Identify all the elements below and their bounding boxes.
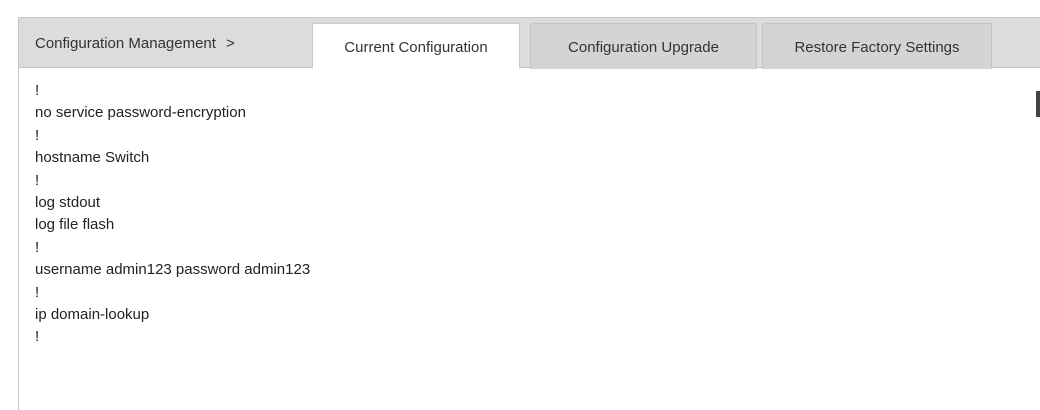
breadcrumb: Configuration Management > [35,18,235,68]
config-line: log stdout [35,193,101,211]
tab-restore-factory-settings[interactable]: Restore Factory Settings [762,23,992,69]
config-line: ! [35,283,40,301]
config-line: ! [35,238,40,256]
tab-bar: Configuration Management > Current Config… [19,18,1040,69]
config-line: no service password-encryption [35,104,246,122]
current-configuration-text[interactable]: ! no service password-encryption ! hostn… [35,80,1026,410]
config-line: ! [35,82,40,99]
config-line: log file flash [35,216,115,234]
tab-configuration-upgrade-label: Configuration Upgrade [568,39,719,56]
config-line: ! [35,126,40,144]
breadcrumb-label: Configuration Management [35,35,216,52]
breadcrumb-separator: > [225,35,235,52]
tab-current-configuration[interactable]: Current Configuration [312,23,520,69]
config-line: ip domain-lookup [35,305,150,323]
tab-current-configuration-label: Current Configuration [344,39,488,56]
config-line: ! [35,171,40,189]
config-line: username admin123 password admin123 [35,261,311,279]
tab-restore-factory-settings-label: Restore Factory Settings [794,39,960,56]
tab-configuration-upgrade[interactable]: Configuration Upgrade [530,23,757,69]
config-line: ! [35,328,40,346]
config-management-panel: Configuration Management > Current Config… [18,17,1040,410]
scrollbar-thumb[interactable] [1036,91,1040,117]
config-line: hostname Switch [35,149,150,167]
